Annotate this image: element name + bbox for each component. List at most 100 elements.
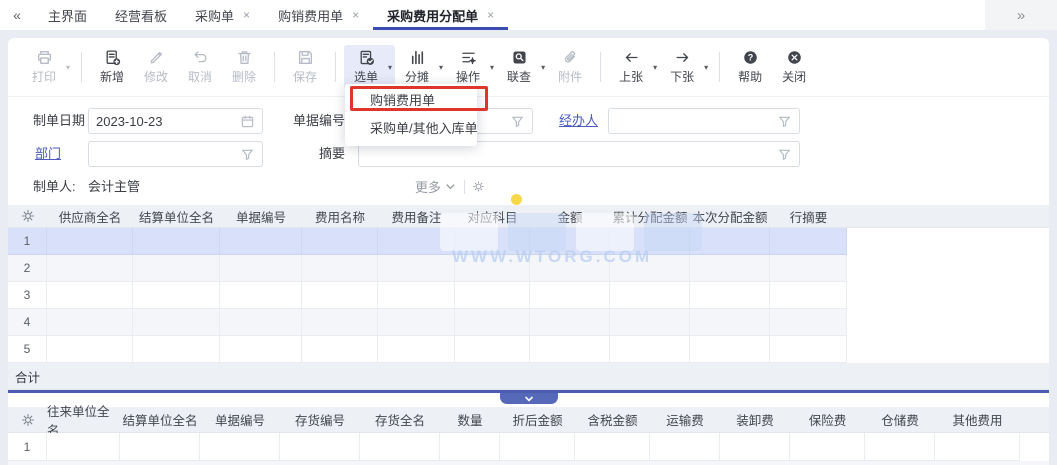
- data-cell[interactable]: [865, 433, 935, 461]
- data-cell[interactable]: [610, 282, 690, 309]
- data-cell[interactable]: [455, 309, 530, 336]
- handler-label-link[interactable]: 经办人: [559, 113, 598, 128]
- data-cell[interactable]: [650, 433, 720, 461]
- data-cell[interactable]: [133, 255, 220, 282]
- caret-down-icon[interactable]: ▾: [388, 63, 392, 72]
- data-cell[interactable]: [690, 255, 770, 282]
- table-settings-gear-icon[interactable]: [8, 205, 47, 228]
- data-cell[interactable]: [530, 309, 610, 336]
- caret-down-icon[interactable]: ▾: [704, 63, 708, 72]
- caret-down-icon[interactable]: ▾: [653, 63, 657, 72]
- filter-icon[interactable]: [777, 114, 792, 129]
- tab-close-icon[interactable]: ×: [243, 8, 250, 22]
- data-cell[interactable]: [690, 309, 770, 336]
- tabs-overflow-icon[interactable]: »: [985, 0, 1057, 30]
- data-cell[interactable]: [120, 433, 200, 461]
- data-cell[interactable]: [378, 336, 455, 363]
- menu-item-采购单/其他入库单[interactable]: 采购单/其他入库单: [345, 115, 477, 143]
- data-cell[interactable]: [500, 433, 575, 461]
- handler-input[interactable]: [608, 108, 800, 134]
- row-number-cell[interactable]: 2: [8, 255, 47, 282]
- toolbar-button-操作[interactable]: 操作▾: [446, 45, 497, 89]
- data-cell[interactable]: [770, 255, 847, 282]
- data-cell[interactable]: [530, 255, 610, 282]
- data-cell[interactable]: [935, 433, 1020, 461]
- data-cell[interactable]: [575, 433, 650, 461]
- data-cell[interactable]: [610, 228, 690, 255]
- caret-down-icon[interactable]: ▾: [541, 63, 545, 72]
- data-cell[interactable]: [47, 309, 133, 336]
- data-cell[interactable]: [530, 228, 610, 255]
- toolbar-button-选单[interactable]: 选单▾: [344, 45, 395, 89]
- data-cell[interactable]: [455, 228, 530, 255]
- data-cell[interactable]: [440, 433, 500, 461]
- row-number-cell[interactable]: 1: [8, 433, 47, 461]
- data-cell[interactable]: [790, 433, 865, 461]
- data-cell[interactable]: [770, 282, 847, 309]
- toolbar-button-联查[interactable]: 联查▾: [497, 45, 548, 89]
- data-cell[interactable]: [720, 433, 790, 461]
- data-cell[interactable]: [360, 433, 440, 461]
- data-cell[interactable]: [378, 228, 455, 255]
- data-cell[interactable]: [47, 255, 133, 282]
- data-cell[interactable]: [530, 282, 610, 309]
- data-cell[interactable]: [302, 255, 378, 282]
- data-cell[interactable]: [220, 309, 302, 336]
- data-cell[interactable]: [690, 228, 770, 255]
- data-cell[interactable]: [47, 282, 133, 309]
- data-cell[interactable]: [302, 309, 378, 336]
- toolbar-button-关闭[interactable]: 关闭: [772, 45, 816, 89]
- tab-1[interactable]: 主界面: [34, 0, 101, 30]
- tab-4[interactable]: 购销费用单×: [264, 0, 373, 30]
- tab-close-icon[interactable]: ×: [352, 8, 359, 22]
- data-cell[interactable]: [770, 228, 847, 255]
- data-cell[interactable]: [280, 433, 360, 461]
- toolbar-button-新增[interactable]: 新增: [90, 45, 134, 89]
- department-input[interactable]: [88, 141, 263, 167]
- toolbar-button-上张[interactable]: 上张▾: [609, 45, 660, 89]
- data-cell[interactable]: [47, 228, 133, 255]
- form-settings-gear-icon[interactable]: [472, 180, 485, 193]
- caret-down-icon[interactable]: ▾: [490, 63, 494, 72]
- data-cell[interactable]: [47, 336, 133, 363]
- data-cell[interactable]: [610, 336, 690, 363]
- more-toggle[interactable]: 更多: [415, 177, 457, 196]
- data-cell[interactable]: [133, 228, 220, 255]
- data-cell[interactable]: [378, 282, 455, 309]
- data-cell[interactable]: [378, 255, 455, 282]
- data-cell[interactable]: [302, 282, 378, 309]
- data-cell[interactable]: [133, 282, 220, 309]
- tab-2[interactable]: 经营看板: [101, 0, 181, 30]
- data-cell[interactable]: [302, 228, 378, 255]
- toolbar-button-分摊[interactable]: 分摊▾: [395, 45, 446, 89]
- tabs-collapse-icon[interactable]: «: [0, 0, 34, 30]
- filter-icon[interactable]: [777, 147, 792, 162]
- tab-3[interactable]: 采购单×: [181, 0, 264, 30]
- caret-down-icon[interactable]: ▾: [439, 63, 443, 72]
- make-date-input[interactable]: 2023-10-23: [88, 108, 263, 134]
- data-cell[interactable]: [220, 228, 302, 255]
- splitter-collapse-handle[interactable]: [500, 393, 558, 404]
- data-cell[interactable]: [690, 336, 770, 363]
- data-cell[interactable]: [133, 309, 220, 336]
- data-cell[interactable]: [610, 255, 690, 282]
- row-number-cell[interactable]: 4: [8, 309, 47, 336]
- tab-5[interactable]: 采购费用分配单×: [373, 0, 508, 30]
- data-cell[interactable]: [220, 336, 302, 363]
- data-cell[interactable]: [302, 336, 378, 363]
- menu-item-购销费用单[interactable]: 购销费用单: [345, 87, 477, 115]
- table-settings-gear-icon[interactable]: [8, 407, 47, 433]
- row-number-cell[interactable]: 1: [8, 228, 47, 255]
- data-cell[interactable]: [200, 433, 280, 461]
- data-cell[interactable]: [220, 255, 302, 282]
- row-number-cell[interactable]: 5: [8, 336, 47, 363]
- row-number-cell[interactable]: 3: [8, 282, 47, 309]
- toolbar-button-帮助[interactable]: ?帮助: [728, 45, 772, 89]
- data-cell[interactable]: [378, 309, 455, 336]
- data-cell[interactable]: [47, 433, 120, 461]
- department-label-link[interactable]: 部门: [35, 146, 61, 161]
- data-cell[interactable]: [690, 282, 770, 309]
- caret-down-icon[interactable]: ▾: [66, 63, 70, 72]
- data-cell[interactable]: [770, 309, 847, 336]
- data-cell[interactable]: [455, 336, 530, 363]
